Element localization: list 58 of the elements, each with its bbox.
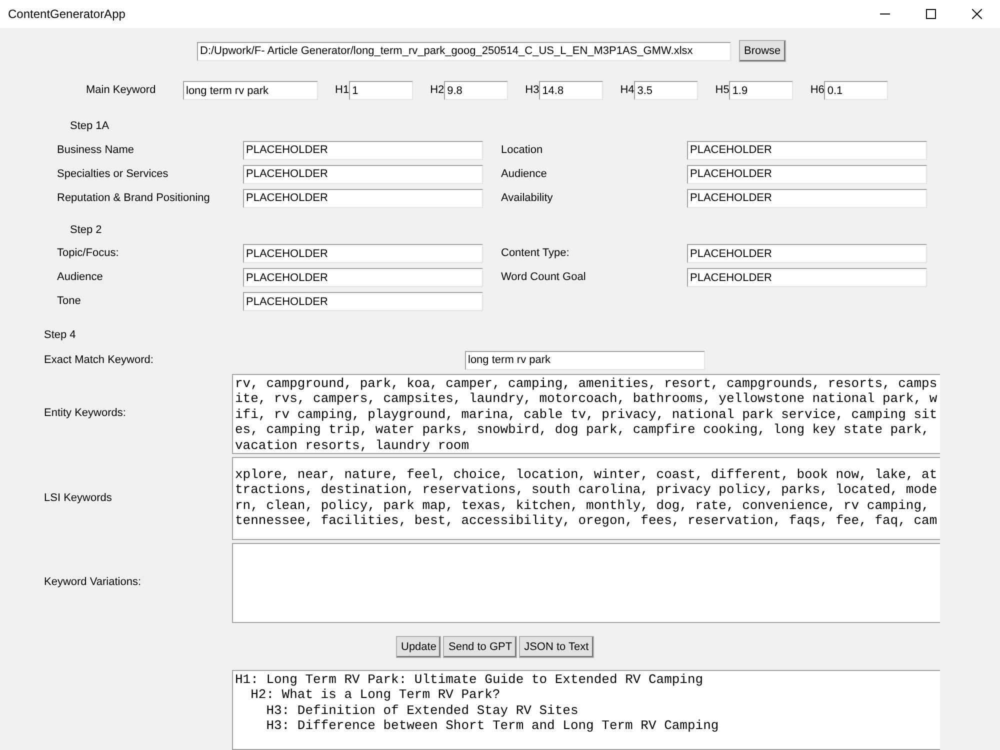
field-label: H6 [810, 83, 824, 98]
input-field[interactable]: PLACEHOLDER [243, 268, 483, 287]
field-label: LSI Keywords [44, 490, 113, 506]
field-label: H2 [430, 83, 444, 98]
field-label: Tone [57, 294, 82, 310]
outline-text-area[interactable]: H1: Long Term RV Park: Ultimate Guide to Extended RV Camping H2: What is a Long Term RV Park? H3: Definition of Extended Stay RV Sites H3: Difference between Short Term and Long Term RV Camping [232, 670, 940, 750]
field-label: Topic/Focus: [57, 246, 120, 262]
input-field[interactable]: PLACEHOLDER [243, 164, 483, 184]
input-field[interactable]: PLACEHOLDER [687, 244, 927, 263]
input-field[interactable]: PLACEHOLDER [687, 188, 927, 208]
field-label: Location [501, 142, 544, 158]
heading-weight-field[interactable]: 1.9 [729, 81, 794, 100]
field-label: Audience [501, 166, 548, 182]
field-label: Exact Match Keyword: [44, 352, 154, 368]
heading-weight-field[interactable]: 0.1 [824, 81, 888, 100]
keyword-field[interactable]: long term rv park [465, 350, 705, 370]
input-field[interactable]: PLACEHOLDER [243, 292, 483, 311]
field-label: Keyword Variations: [44, 575, 142, 590]
input-field[interactable]: PLACEHOLDER [243, 244, 483, 263]
section-heading: Step 2 [70, 222, 103, 238]
section-heading: Step 4 [44, 328, 77, 343]
action-button[interactable]: Update [396, 636, 442, 658]
action-button[interactable]: JSON to Text [519, 636, 594, 658]
text-area[interactable] [232, 542, 940, 622]
field-label: H1 [335, 83, 350, 98]
field-label: Content Type: [501, 246, 570, 262]
field-label: Entity Keywords: [44, 406, 127, 422]
outline-line: H2: What is a Long Term RV Park? [250, 687, 502, 702]
input-field[interactable]: PLACEHOLDER [687, 140, 927, 160]
field-label: Reputation & Brand Positioning [57, 190, 211, 206]
window-title: ContentGeneratorApp [8, 6, 126, 23]
outline-line: H3: Definition of Extended Stay RV Sites [265, 702, 580, 718]
heading-weight-field[interactable]: 3.5 [634, 81, 698, 100]
field-label: H3 [525, 83, 540, 98]
field-label: H5 [715, 83, 730, 98]
field-label: Business Name [57, 142, 136, 158]
text-area[interactable]: rv, campground, park, koa, camper, camping, amenities, resort, campgrounds, resorts, campsite, rvs, campers, campsites, laundry, motorcoach, bathrooms, yellowstone national park, wifi, rv camping, playground, marina, cable tv, privacy, national park service, camping sites, camping trip, water parks, snowbird, dog park, campfire cooking, long key state park, vacation resorts, laundry room [232, 374, 940, 454]
action-button[interactable]: Send to GPT [443, 636, 518, 658]
input-field[interactable]: PLACEHOLDER [687, 268, 927, 287]
field-label: Word Count Goal [501, 270, 587, 286]
outline-line: H1: Long Term RV Park: Ultimate Guide to Extended RV Camping [235, 672, 704, 687]
field-label: Specialties or Services [57, 166, 170, 182]
field-label: Availability [501, 190, 554, 206]
heading-weight-field[interactable]: 1 [349, 81, 414, 100]
heading-weight-field[interactable]: 14.8 [539, 81, 604, 100]
input-field[interactable]: PLACEHOLDER [243, 140, 483, 160]
text-area[interactable]: xplore, near, nature, feel, choice, location, winter, coast, different, book now, lake, attractions, destination, reservations, south carolina, privacy policy, parks, located, modern, clean, policy, park map, texas, kitchen, monthly, dog, rate, convenience, rv camping, tennessee, facilities, best, accessibility, oregon, fees, reservation, faqs, fee, faq, cam [232, 456, 940, 540]
section-heading: Step 1A [70, 119, 110, 134]
input-field[interactable]: PLACEHOLDER [687, 164, 927, 184]
file-path-field[interactable]: D:/Upwork/F- Article Generator/long_term_rv_park_goog_250514_C_US_L_EN_M3P1AS_GMW.xlsx [197, 42, 731, 60]
outline-line: H3: Difference between Short Term and Long Term RV Camping [265, 718, 720, 734]
browse-button[interactable]: Browse [739, 40, 786, 62]
field-label: Main Keyword [86, 83, 157, 98]
keyword-field[interactable]: long term rv park [183, 81, 318, 100]
input-field[interactable]: PLACEHOLDER [243, 188, 483, 208]
heading-weight-field[interactable]: 9.8 [444, 81, 508, 100]
field-label: Audience [57, 270, 104, 286]
field-label: H4 [620, 83, 634, 98]
